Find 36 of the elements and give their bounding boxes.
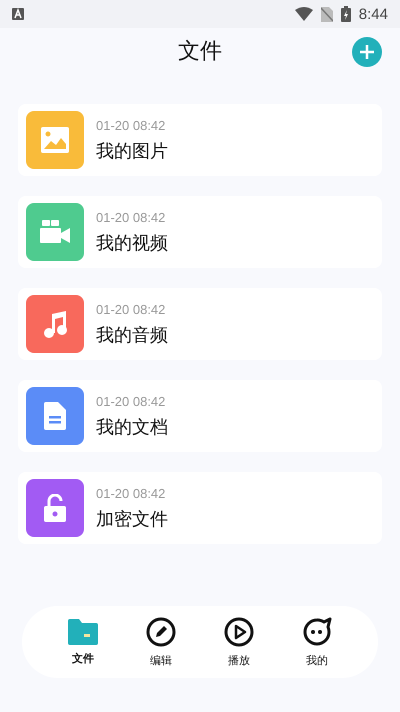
page-title: 文件 <box>178 38 222 66</box>
plus-icon <box>359 44 375 60</box>
nav-tab[interactable]: 我的 <box>278 606 356 678</box>
folder-card[interactable]: 01-20 08:42 我的文档 <box>18 380 382 452</box>
nav-tab[interactable]: 文件 <box>44 606 122 678</box>
nav-tab[interactable]: 播放 <box>200 606 278 678</box>
folder-name: 我的视频 <box>96 232 168 254</box>
folder-card[interactable]: 01-20 08:42 我的图片 <box>18 104 382 176</box>
status-time: 8:44 <box>358 6 388 22</box>
no-sim-icon <box>320 6 333 22</box>
folder-card[interactable]: 01-20 08:42 我的音频 <box>18 288 382 360</box>
folder-name: 我的文档 <box>96 416 168 438</box>
document-icon <box>44 402 66 430</box>
folder-icon <box>68 618 98 644</box>
music-note-icon <box>43 310 67 338</box>
folder-card[interactable]: 01-20 08:42 加密文件 <box>18 472 382 544</box>
keyboard-app-icon <box>12 8 24 20</box>
modified-time: 01-20 08:42 <box>96 302 166 316</box>
play-icon <box>224 616 254 646</box>
modified-time: 01-20 08:42 <box>96 210 166 224</box>
add-button[interactable] <box>352 37 382 67</box>
battery-icon <box>340 6 351 22</box>
nav-tab[interactable]: 编辑 <box>122 606 200 678</box>
modified-time: 01-20 08:42 <box>96 486 166 500</box>
video-camera-icon <box>40 220 70 244</box>
image-icon <box>41 127 69 153</box>
folder-name: 加密文件 <box>96 508 168 530</box>
face-bubble-icon <box>302 616 332 646</box>
folder-name: 我的图片 <box>96 140 168 162</box>
pencil-icon <box>146 616 176 646</box>
folder-name: 我的音频 <box>96 324 168 346</box>
modified-time: 01-20 08:42 <box>96 118 166 132</box>
folder-card[interactable]: 01-20 08:42 我的视频 <box>18 196 382 268</box>
wifi-icon <box>294 7 313 21</box>
modified-time: 01-20 08:42 <box>96 394 166 408</box>
lock-icon <box>44 494 66 522</box>
